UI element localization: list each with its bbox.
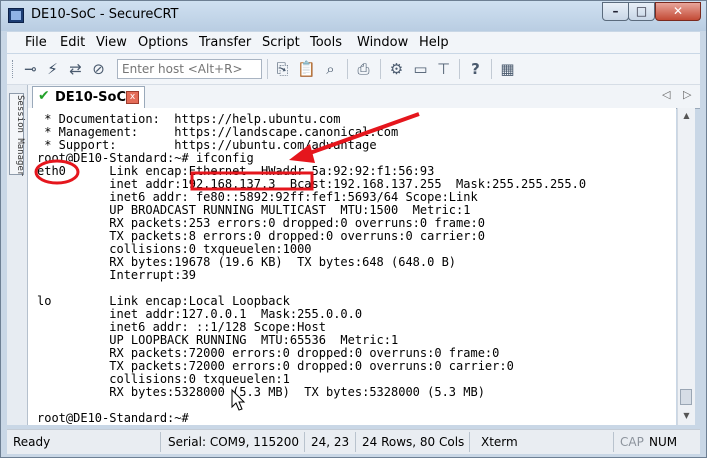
- maximize-button[interactable]: □: [628, 2, 655, 21]
- connect-icon[interactable]: ⊸: [21, 60, 40, 79]
- status-divider: [469, 432, 470, 452]
- status-ready: Ready: [13, 435, 51, 449]
- securecrt-window: DE10-SoC - SecureCRT – □ ✕ File Edit Vie…: [0, 0, 707, 458]
- menu-script[interactable]: Script: [262, 35, 300, 50]
- menu-transfer[interactable]: Transfer: [199, 35, 251, 50]
- toolbar-separator: [380, 59, 381, 79]
- status-serial: Serial: COM9, 115200: [168, 435, 300, 449]
- terminal-line: root@DE10-Standard:~#: [37, 411, 189, 425]
- toolbar-separator: [459, 59, 460, 79]
- tab-scroll-left-icon[interactable]: ◁: [662, 88, 670, 101]
- toolbar-separator: [491, 59, 492, 79]
- quick-connect-icon[interactable]: ⚡: [43, 60, 62, 79]
- status-emulation: Xterm: [481, 435, 518, 449]
- menu-view[interactable]: View: [96, 35, 127, 50]
- menu-tools[interactable]: Tools: [310, 35, 342, 50]
- find-icon[interactable]: ⌕: [321, 60, 340, 79]
- keymap-icon[interactable]: ▭: [411, 60, 430, 79]
- sftp-icon[interactable]: ⊤: [434, 60, 453, 79]
- status-bar: Ready Serial: COM9, 115200 24, 23 24 Row…: [7, 429, 700, 454]
- minimize-button[interactable]: –: [602, 2, 629, 21]
- status-cursor-position: 24, 23: [311, 435, 350, 449]
- print-icon[interactable]: ⎙: [354, 60, 373, 79]
- reconnect-icon[interactable]: ⇄: [66, 60, 85, 79]
- session-manager-tab[interactable]: Session Manager: [9, 93, 25, 177]
- connected-check-icon: ✔: [38, 88, 50, 104]
- copy-icon[interactable]: ⎘: [273, 60, 292, 79]
- tab-de10-soc[interactable]: ✔ DE10-SoC x: [32, 86, 145, 108]
- window-title: DE10-SoC - SecureCRT: [31, 7, 179, 22]
- terminal-output[interactable]: * Documentation: https://help.ubuntu.com…: [28, 108, 676, 425]
- toolbar-grip[interactable]: [12, 60, 16, 78]
- scroll-down-arrow-icon[interactable]: ▼: [678, 408, 695, 424]
- menu-bar: File Edit View Options Transfer Script T…: [7, 32, 700, 53]
- tab-scroll-right-icon[interactable]: ▷: [683, 88, 691, 101]
- status-caps-lock: CAP: [620, 435, 644, 449]
- menu-help[interactable]: Help: [419, 35, 449, 50]
- tab-label: DE10-SoC: [55, 90, 126, 105]
- terminal-line: RX bytes:5328000 (5.3 MB) TX bytes:53280…: [37, 385, 485, 399]
- terminal-line: Interrupt:39: [37, 268, 196, 282]
- status-divider: [160, 432, 161, 452]
- status-num-lock: NUM: [649, 435, 678, 449]
- title-bar[interactable]: DE10-SoC - SecureCRT – □ ✕: [1, 1, 706, 31]
- menu-edit[interactable]: Edit: [60, 35, 85, 50]
- host-input[interactable]: [117, 59, 262, 79]
- close-button[interactable]: ✕: [655, 2, 701, 21]
- menu-options[interactable]: Options: [138, 35, 188, 50]
- session-manager-label: Session Manager: [15, 95, 25, 177]
- session-manager-panel: Session Manager: [7, 85, 28, 425]
- help-icon[interactable]: ?: [466, 60, 485, 79]
- terminal-scrollbar[interactable]: ▲ ▼: [677, 108, 695, 425]
- toolbar-separator: [347, 59, 348, 79]
- tab-close-icon[interactable]: x: [126, 91, 139, 104]
- securecrt-app-icon: [8, 8, 24, 23]
- scrollbar-thumb[interactable]: [680, 389, 692, 405]
- status-divider: [355, 432, 356, 452]
- scroll-up-arrow-icon[interactable]: ▲: [678, 108, 695, 124]
- toolbar-separator: [267, 59, 268, 79]
- status-divider: [613, 432, 614, 452]
- session-tab-strip: ✔ DE10-SoC x ◁ ▷: [28, 85, 700, 109]
- disconnect-icon[interactable]: ⊘: [89, 60, 108, 79]
- status-divider: [304, 432, 305, 452]
- menu-window[interactable]: Window: [357, 35, 408, 50]
- status-terminal-size: 24 Rows, 80 Cols: [362, 435, 465, 449]
- paste-icon[interactable]: 📋: [297, 60, 316, 79]
- toolbar: ⊸ ⚡ ⇄ ⊘ ⎘ 📋 ⌕ ⎙ ⚙ ▭ ⊤ ? ▦: [7, 54, 700, 85]
- settings-gear-icon[interactable]: ⚙: [387, 60, 406, 79]
- session-log-icon[interactable]: ▦: [498, 60, 517, 79]
- menu-file[interactable]: File: [25, 35, 47, 50]
